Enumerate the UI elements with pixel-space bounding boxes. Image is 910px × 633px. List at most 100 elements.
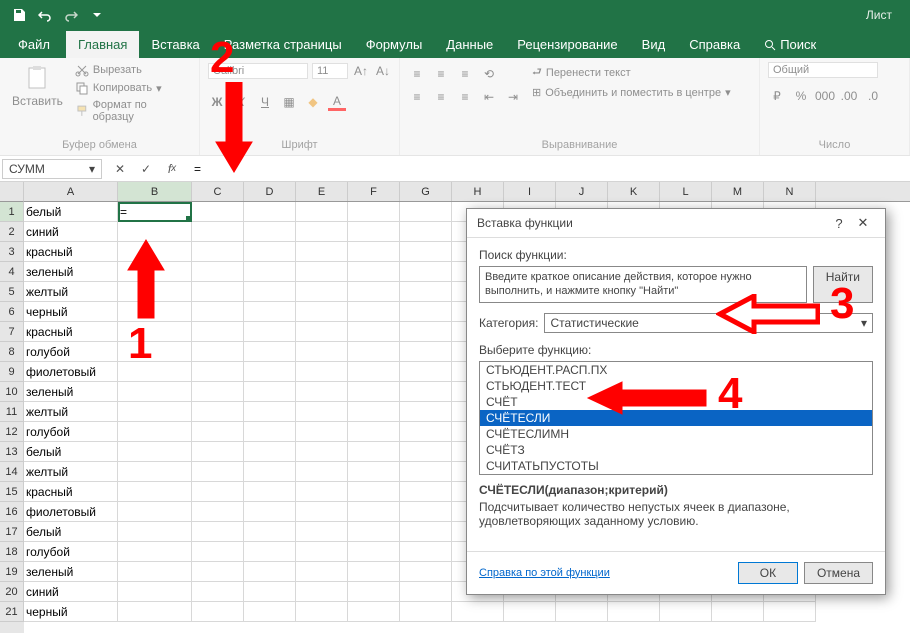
cell[interactable] — [452, 602, 504, 622]
tab-home[interactable]: Главная — [66, 31, 139, 58]
cell[interactable]: красный — [24, 322, 118, 342]
undo-button[interactable] — [34, 4, 56, 26]
cell[interactable] — [296, 502, 348, 522]
cell[interactable] — [192, 402, 244, 422]
copy-button[interactable]: Копировать ▾ — [73, 80, 191, 96]
cell[interactable]: голубой — [24, 422, 118, 442]
cell[interactable] — [244, 242, 296, 262]
row-header[interactable]: 19 — [0, 562, 24, 582]
cell[interactable] — [192, 542, 244, 562]
cell[interactable]: зеленый — [24, 262, 118, 282]
cell[interactable] — [348, 342, 400, 362]
cell[interactable] — [244, 462, 296, 482]
cell[interactable]: синий — [24, 582, 118, 602]
function-list[interactable]: СТЬЮДЕНТ.РАСП.ПХСТЬЮДЕНТ.ТЕСТСЧЁТСЧЁТЕСЛ… — [479, 361, 873, 475]
tab-formulas[interactable]: Формулы — [354, 31, 435, 58]
cell[interactable] — [296, 442, 348, 462]
orientation-icon[interactable]: ⟲ — [480, 65, 498, 83]
row-header[interactable]: 9 — [0, 362, 24, 382]
row-header[interactable]: 6 — [0, 302, 24, 322]
indent-increase-icon[interactable]: ⇥ — [504, 88, 522, 106]
cell[interactable] — [244, 502, 296, 522]
column-header[interactable]: K — [608, 182, 660, 201]
row-header[interactable]: 16 — [0, 502, 24, 522]
italic-icon[interactable]: К — [232, 93, 250, 111]
cell[interactable]: черный — [24, 302, 118, 322]
cell[interactable] — [118, 462, 192, 482]
cell[interactable] — [348, 562, 400, 582]
function-list-item[interactable]: СЧЁТЗ — [480, 442, 872, 458]
paste-button[interactable]: Вставить — [8, 62, 67, 110]
cell[interactable] — [192, 282, 244, 302]
cell[interactable] — [400, 462, 452, 482]
row-header[interactable]: 11 — [0, 402, 24, 422]
cell[interactable] — [118, 602, 192, 622]
cell[interactable] — [400, 262, 452, 282]
cell[interactable] — [348, 202, 400, 222]
cell[interactable] — [348, 582, 400, 602]
find-button[interactable]: Найти — [813, 266, 873, 303]
align-left-icon[interactable]: ≡ — [408, 88, 426, 106]
border-icon[interactable]: ▦ — [280, 93, 298, 111]
cell[interactable] — [192, 362, 244, 382]
cell[interactable] — [244, 322, 296, 342]
qat-dropdown[interactable] — [86, 4, 108, 26]
tab-view[interactable]: Вид — [630, 31, 678, 58]
cell[interactable] — [296, 202, 348, 222]
cell[interactable] — [348, 482, 400, 502]
cell[interactable] — [244, 202, 296, 222]
cell[interactable] — [192, 322, 244, 342]
cell[interactable] — [118, 422, 192, 442]
cell[interactable]: зеленый — [24, 382, 118, 402]
cell[interactable] — [296, 382, 348, 402]
row-header[interactable]: 10 — [0, 382, 24, 402]
column-header[interactable]: C — [192, 182, 244, 201]
cell[interactable] — [348, 222, 400, 242]
cell[interactable] — [400, 502, 452, 522]
function-search-input[interactable]: Введите краткое описание действия, котор… — [479, 266, 807, 303]
cell[interactable] — [400, 342, 452, 362]
cell[interactable] — [118, 402, 192, 422]
column-header[interactable]: F — [348, 182, 400, 201]
cell[interactable] — [118, 342, 192, 362]
wrap-text-button[interactable]: ⮐ Перенести текст — [528, 62, 735, 83]
cell[interactable] — [400, 602, 452, 622]
cell[interactable] — [296, 402, 348, 422]
cell[interactable] — [296, 602, 348, 622]
row-header[interactable]: 21 — [0, 602, 24, 622]
cell[interactable] — [296, 462, 348, 482]
cell[interactable] — [348, 322, 400, 342]
bold-icon[interactable]: Ж — [208, 93, 226, 111]
align-right-icon[interactable]: ≡ — [456, 88, 474, 106]
tab-layout[interactable]: Разметка страницы — [212, 31, 354, 58]
function-list-item[interactable]: СТЬЮДЕНТ.РАСП.ПХ — [480, 362, 872, 378]
cell[interactable] — [400, 282, 452, 302]
cell[interactable]: черный — [24, 602, 118, 622]
cell[interactable] — [118, 262, 192, 282]
column-header[interactable]: B — [118, 182, 192, 201]
cell[interactable] — [348, 382, 400, 402]
cell[interactable] — [400, 582, 452, 602]
cell[interactable]: красный — [24, 242, 118, 262]
cell[interactable]: фиолетовый — [24, 362, 118, 382]
cell[interactable] — [244, 402, 296, 422]
font-size-select[interactable]: 11 — [312, 63, 348, 79]
cell[interactable] — [296, 322, 348, 342]
row-header[interactable]: 13 — [0, 442, 24, 462]
cell[interactable] — [192, 302, 244, 322]
cell[interactable] — [118, 582, 192, 602]
cell[interactable] — [296, 362, 348, 382]
column-header[interactable]: I — [504, 182, 556, 201]
cell[interactable] — [296, 262, 348, 282]
function-list-item[interactable]: СЧЁТЕСЛИМН — [480, 426, 872, 442]
cell[interactable]: зеленый — [24, 562, 118, 582]
dialog-close-button[interactable]: ✕ — [851, 215, 875, 231]
cell[interactable] — [400, 542, 452, 562]
cell[interactable] — [118, 562, 192, 582]
cell[interactable] — [192, 482, 244, 502]
align-center-icon[interactable]: ≡ — [432, 88, 450, 106]
row-header[interactable]: 8 — [0, 342, 24, 362]
name-box[interactable]: СУММ▾ — [2, 159, 102, 179]
cell[interactable] — [192, 442, 244, 462]
cell[interactable] — [348, 462, 400, 482]
